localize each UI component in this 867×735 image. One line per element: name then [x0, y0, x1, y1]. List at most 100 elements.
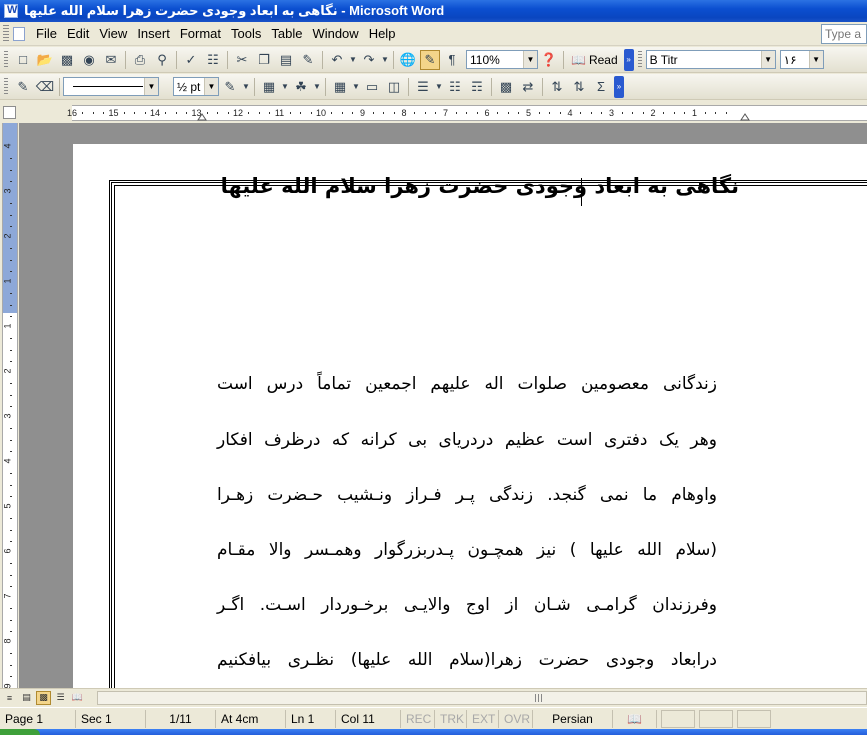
document-line[interactable]: درابعاد وجودی حضرت زهرا(سلام الله علیها)…	[217, 650, 717, 670]
research-icon[interactable]: ☷	[203, 50, 223, 70]
paste-icon[interactable]: ▤	[276, 50, 296, 70]
cut-icon[interactable]: ✂	[232, 50, 252, 70]
start-button[interactable]	[0, 729, 40, 735]
shading-dropdown-icon[interactable]: ▼	[313, 77, 321, 97]
document-menu-icon[interactable]	[13, 26, 25, 41]
document-line[interactable]: وفرزندان گرامـی شـان از اوج والایـی برخـ…	[217, 595, 717, 615]
chevron-down-icon[interactable]: ▼	[760, 51, 775, 68]
status-at[interactable]: At 4cm	[216, 709, 286, 728]
spelling-status-icon[interactable]: 📖	[613, 709, 657, 728]
scroll-thumb-grip[interactable]	[535, 694, 543, 702]
document-line[interactable]: (سلام الله علیها ) نیز همچـون پـدربزرگوا…	[217, 540, 717, 560]
distribute-rows-icon[interactable]: ☷	[445, 77, 465, 97]
web-layout-icon[interactable]: ▤	[19, 691, 34, 705]
menu-format[interactable]: Format	[175, 26, 226, 41]
undo-icon[interactable]: ↶	[327, 50, 347, 70]
chevron-down-icon[interactable]: ▼	[523, 51, 537, 68]
status-section[interactable]: Sec 1	[76, 709, 146, 728]
menu-edit[interactable]: Edit	[62, 26, 94, 41]
new-document-icon[interactable]: □	[13, 50, 33, 70]
left-indent-marker[interactable]	[197, 110, 207, 121]
print-preview-icon[interactable]: ⚲	[152, 50, 172, 70]
status-ext[interactable]: EXT	[467, 709, 499, 728]
zoom-select[interactable]: 110% ▼	[466, 50, 538, 69]
document-title[interactable]: نگاهی به ابعاد وجودی حضرت زهرا سلام الله…	[221, 174, 739, 198]
eraser-icon[interactable]: ⌫	[35, 77, 55, 97]
drawing-toolbar-icon[interactable]: ✎	[420, 49, 440, 70]
sort-ascending-icon[interactable]: ⇅	[547, 77, 567, 97]
align-dropdown-icon[interactable]: ▼	[435, 77, 443, 97]
print-icon[interactable]: ⎙	[130, 50, 150, 70]
undo-dropdown-icon[interactable]: ▼	[349, 50, 357, 70]
outside-border-icon[interactable]: ▦	[259, 77, 279, 97]
insert-table-dropdown-icon[interactable]: ▼	[352, 77, 360, 97]
menu-insert[interactable]: Insert	[132, 26, 175, 41]
toolbar-grip[interactable]	[637, 50, 642, 69]
outline-view-icon[interactable]: ☰	[53, 691, 68, 705]
toolbar-options-icon[interactable]: »	[614, 75, 624, 98]
border-dropdown-icon[interactable]: ▼	[281, 77, 289, 97]
border-color-icon[interactable]: ✎	[220, 77, 240, 97]
menu-file[interactable]: File	[31, 26, 62, 41]
help-icon[interactable]: ❓	[539, 50, 559, 70]
redo-icon[interactable]: ↷	[359, 50, 379, 70]
document-line[interactable]: زندگانی معصومین صلوات اله علیهم اجمعین ت…	[217, 374, 717, 394]
split-cells-icon[interactable]: ◫	[384, 77, 404, 97]
table-autoformat-icon[interactable]: ▩	[496, 77, 516, 97]
open-folder-icon[interactable]: 📂	[35, 50, 55, 70]
autosum-icon[interactable]: Σ	[591, 77, 611, 97]
horizontal-ruler[interactable]: 16 15 14 13 12 11 10 9 8 7 6 5 4 3 2 1	[67, 105, 867, 121]
toolbar-grip[interactable]	[4, 50, 8, 69]
menu-tools[interactable]: Tools	[226, 26, 266, 41]
format-painter-icon[interactable]: ✎	[298, 50, 318, 70]
line-weight-select[interactable]: ½ pt ▼	[173, 77, 219, 96]
horizontal-scrollbar[interactable]	[97, 691, 867, 705]
font-size-select[interactable]: ۱۶ ▼	[779, 50, 824, 69]
status-column[interactable]: Col 11	[336, 709, 401, 728]
email-icon[interactable]: ✉	[101, 50, 121, 70]
status-ovr[interactable]: OVR	[499, 709, 533, 728]
insert-table-icon[interactable]: ▦	[330, 77, 350, 97]
toolbar-grip[interactable]	[4, 77, 8, 96]
spelling-icon[interactable]: ✓	[181, 50, 201, 70]
copy-icon[interactable]: ❐	[254, 50, 274, 70]
normal-view-icon[interactable]: ≡	[2, 691, 17, 705]
show-hide-icon[interactable]: ¶	[442, 50, 462, 70]
ask-question-input[interactable]: Type a	[821, 24, 867, 44]
hyperlink-icon[interactable]: 🌐	[398, 50, 418, 70]
vertical-ruler[interactable]: 4321123456789	[2, 123, 18, 722]
menu-help[interactable]: Help	[364, 26, 401, 41]
toolbar-options-icon[interactable]: »	[623, 48, 634, 71]
permission-icon[interactable]: ◉	[79, 50, 99, 70]
distribute-columns-icon[interactable]: ☶	[467, 77, 487, 97]
chevron-down-icon[interactable]: ▼	[144, 78, 158, 95]
word-app-icon[interactable]	[4, 4, 18, 18]
status-rec[interactable]: REC	[401, 709, 435, 728]
document-line[interactable]: وهر یک دفتری است عظیم دردریای بی کرانه ک…	[217, 430, 717, 450]
chevron-down-icon[interactable]: ▼	[808, 51, 823, 68]
status-trk[interactable]: TRK	[435, 709, 467, 728]
column-direction-icon[interactable]: ⇄	[518, 77, 538, 97]
reading-layout-icon[interactable]: 📖	[70, 691, 85, 705]
draw-table-icon[interactable]: ✎	[13, 77, 33, 97]
menu-view[interactable]: View	[94, 26, 132, 41]
shading-color-icon[interactable]: ☘	[291, 77, 311, 97]
sort-descending-icon[interactable]: ⇅	[569, 77, 589, 97]
menu-table[interactable]: Table	[266, 26, 307, 41]
chevron-down-icon[interactable]: ▼	[204, 78, 218, 95]
border-color-dropdown-icon[interactable]: ▼	[242, 77, 250, 97]
status-line[interactable]: Ln 1	[286, 709, 336, 728]
menu-window[interactable]: Window	[307, 26, 363, 41]
font-name-select[interactable]: B Titr ▼	[645, 50, 776, 69]
redo-dropdown-icon[interactable]: ▼	[381, 50, 389, 70]
right-indent-marker[interactable]	[740, 110, 750, 121]
status-page[interactable]: Page 1	[0, 709, 76, 728]
print-layout-icon[interactable]: ▩	[36, 690, 51, 705]
tab-selector[interactable]	[3, 106, 16, 119]
status-page-of[interactable]: 1/11	[146, 709, 216, 728]
read-button[interactable]: 📖 Read	[567, 53, 622, 67]
status-language[interactable]: Persian	[533, 709, 613, 728]
document-line[interactable]: واوهام ما نمی گنجد. زندگی پـر فـراز ونـش…	[217, 485, 717, 505]
menu-bar-grip[interactable]	[3, 24, 9, 43]
align-icon[interactable]: ☰	[413, 77, 433, 97]
